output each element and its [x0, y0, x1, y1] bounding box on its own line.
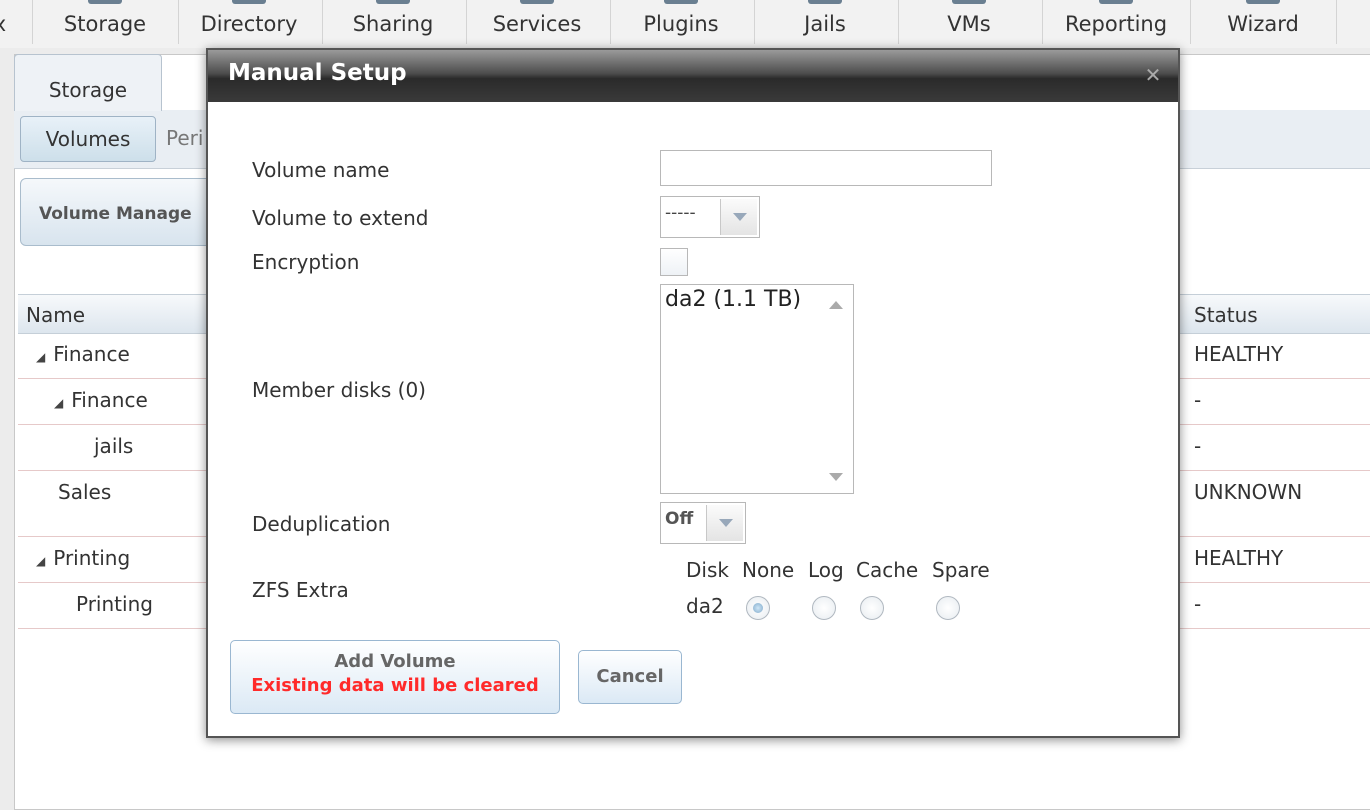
nav-item-label: Jails [804, 12, 846, 36]
volume-extend-value: ----- [665, 203, 696, 223]
scroll-up-icon[interactable] [829, 301, 843, 309]
volumes-button[interactable]: Volumes [20, 116, 156, 162]
periodic-snapshots-tab[interactable]: Peri [166, 126, 203, 150]
nav-item-partial[interactable]: x [0, 0, 20, 44]
close-icon[interactable]: ✕ [1142, 64, 1164, 86]
volume-extend-select[interactable]: ----- [660, 196, 760, 238]
top-navigation: x Storage Directory Sharing Services Plu… [0, 0, 1370, 48]
row-status: HEALTHY [1194, 342, 1284, 366]
member-disks-label: Member disks (0) [252, 378, 426, 402]
row-status: HEALTHY [1194, 546, 1284, 570]
nav-item-label: Plugins [643, 12, 719, 36]
radio-spare[interactable] [936, 596, 960, 620]
collapse-icon[interactable]: ◢ [36, 350, 45, 364]
volume-extend-label: Volume to extend [252, 206, 429, 230]
vms-icon [952, 0, 986, 4]
sharing-icon [376, 0, 410, 4]
nav-item-wizard[interactable]: Wizard [1198, 0, 1328, 44]
zfs-header-disk: Disk [686, 558, 729, 582]
directory-icon [232, 0, 266, 4]
row-name: ◢ Finance [54, 388, 148, 412]
nav-item-label: Directory [200, 12, 298, 36]
nav-item-label: VMs [947, 12, 991, 36]
row-name: Printing [76, 592, 153, 616]
add-volume-label: Add Volume [334, 651, 456, 672]
services-icon [520, 0, 554, 4]
nav-item-label: Wizard [1227, 12, 1299, 36]
add-volume-button[interactable]: Add Volume Existing data will be cleared [230, 640, 560, 714]
volume-name-label: Volume name [252, 158, 390, 182]
volume-manager-button[interactable]: Volume Manage [20, 178, 220, 246]
nav-item-label: Sharing [352, 12, 434, 36]
nav-item-plugins[interactable]: Plugins [616, 0, 746, 44]
scroll-down-icon[interactable] [829, 473, 843, 481]
deduplication-label: Deduplication [252, 512, 391, 536]
zfs-disk-name: da2 [686, 594, 724, 618]
row-status: UNKNOWN [1194, 480, 1303, 504]
zfs-extra-label: ZFS Extra [252, 578, 349, 602]
chevron-down-icon[interactable] [720, 199, 757, 235]
deduplication-select[interactable]: Off [660, 502, 746, 544]
collapse-icon[interactable]: ◢ [54, 396, 63, 410]
volume-name-input[interactable] [660, 150, 992, 186]
manual-setup-dialog: Manual Setup ✕ Volume name Volume to ext… [206, 48, 1180, 738]
row-status: - [1194, 592, 1202, 616]
row-status: - [1194, 388, 1202, 412]
nav-item-services[interactable]: Services [472, 0, 602, 44]
dialog-titlebar[interactable]: Manual Setup ✕ [208, 50, 1178, 102]
row-name: Sales [58, 480, 112, 504]
radio-log[interactable] [812, 596, 836, 620]
deduplication-value: Off [665, 509, 694, 529]
zfs-header-spare: Spare [932, 558, 990, 582]
collapse-icon[interactable]: ◢ [36, 554, 45, 568]
reporting-icon [1099, 0, 1133, 4]
radio-cache[interactable] [860, 596, 884, 620]
storage-icon [88, 0, 122, 4]
tab-storage[interactable]: Storage [14, 54, 162, 111]
zfs-header-cache: Cache [856, 558, 919, 582]
wizard-icon [1246, 0, 1280, 4]
zfs-header-none: None [742, 558, 795, 582]
zfs-header-log: Log [808, 558, 844, 582]
nav-item-storage[interactable]: Storage [40, 0, 170, 44]
dialog-title: Manual Setup [228, 60, 407, 86]
nav-item-reporting[interactable]: Reporting [1050, 0, 1182, 44]
cancel-button[interactable]: Cancel [578, 650, 682, 704]
add-volume-warning: Existing data will be cleared [251, 675, 539, 696]
row-name: ◢ Finance [36, 342, 130, 366]
row-status: - [1194, 434, 1202, 458]
nav-item-label: Services [492, 12, 582, 36]
member-disks-list[interactable]: da2 (1.1 TB) [660, 284, 854, 494]
encryption-checkbox[interactable] [660, 248, 688, 276]
column-header-name[interactable]: Name [26, 303, 85, 327]
nav-item-label: Reporting [1064, 12, 1168, 36]
nav-item-sharing[interactable]: Sharing [328, 0, 458, 44]
disk-option[interactable]: da2 (1.1 TB) [665, 287, 801, 312]
radio-none[interactable] [746, 596, 770, 620]
row-name: jails [94, 434, 134, 458]
nav-item-vms[interactable]: VMs [904, 0, 1034, 44]
plugins-icon [664, 0, 698, 4]
column-header-status[interactable]: Status [1194, 303, 1258, 327]
jails-icon [808, 0, 842, 4]
nav-item-directory[interactable]: Directory [184, 0, 314, 44]
nav-item-label: x [0, 12, 6, 36]
chevron-down-icon[interactable] [706, 505, 743, 541]
row-name: ◢ Printing [36, 546, 131, 570]
nav-item-jails[interactable]: Jails [760, 0, 890, 44]
encryption-label: Encryption [252, 250, 360, 274]
nav-item-label: Storage [63, 12, 147, 36]
